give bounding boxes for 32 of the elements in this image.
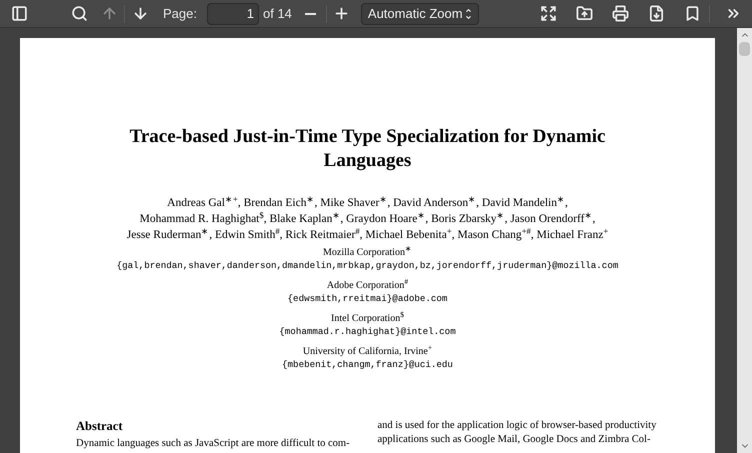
affiliation-name: Adobe Corporation$^{#}$ (326, 279, 408, 292)
page-number-field[interactable]: 1 (206, 2, 259, 24)
body-text-line: and is used for the application logic of browser-based productivity (378, 419, 658, 433)
body-text-line: Dynamic languages such as JavaScript are more difficult to com- (76, 437, 351, 451)
print-icon (612, 5, 628, 22)
zoom-select[interactable]: Automatic Zoom (360, 2, 479, 24)
affiliation-name: Intel Corporation$^{$}$ (331, 312, 404, 325)
sidebar-toggle-icon (10, 5, 28, 22)
affiliation-email: {mbebenit,changm,franz}@uci.edu (282, 358, 453, 371)
author-line: Mohammad R. Haghighat$^{$}$, Blake Kaplan$^{∗}$, Graydon Hoare$^{∗}$, Boris Zbarsky$^{∗}$, Jason Orendorff$^{∗}$, (138, 211, 596, 227)
affiliation-name: University of California, Irvine$^{+}$ (302, 345, 432, 358)
fullscreen-icon (540, 5, 556, 22)
minus-icon (305, 12, 316, 14)
affiliation-email: {gal,brendan,shaver,danderson,dmandelin,mrbkap,graydon,bz,jorendorff,jruderman}@mozilla.com (116, 259, 618, 272)
author-line: Andreas Gal$^{∗+}$, Brendan Eich$^{∗}$, Mike Shaver$^{∗}$, David Anderson$^{∗}$, David Mandelin$^{∗}$, (166, 195, 569, 211)
download-icon (648, 5, 664, 22)
body-text-line: applications such as Google Mail, Google Docs and Zimbra Col- (378, 433, 652, 447)
bookmark-icon (684, 5, 700, 22)
affiliation-name: Mozilla Corporation$^{∗}$ (323, 246, 412, 259)
paper-title: Trace-based Just-in-Time Type Specialization for Dynamic Languages (128, 125, 606, 173)
updown-caret-icon (464, 6, 472, 20)
folder-icon (576, 5, 592, 22)
author-line: Jesse Ruderman$^{∗}$, Edwin Smith$^{#}$, Rick Reitmaier$^{#}$, Michael Bebenita$^{+}$, Mason Chang$^{+#}$, Michael Franz$^{+}$ (126, 227, 610, 243)
affiliation-email: {mohammad.r.haghighat}@intel.com (279, 325, 456, 338)
search-icon (70, 5, 88, 22)
arrow-up-icon (100, 5, 118, 22)
scrollbar-thumb[interactable] (739, 42, 750, 56)
plus-icon (333, 5, 350, 22)
page-label: Page: (163, 4, 197, 23)
page-count: of 14 (262, 4, 292, 23)
affiliation-email: {edwsmith,rreitmai}@adobe.com (288, 292, 448, 305)
abstract-heading: Abstract (76, 418, 124, 434)
